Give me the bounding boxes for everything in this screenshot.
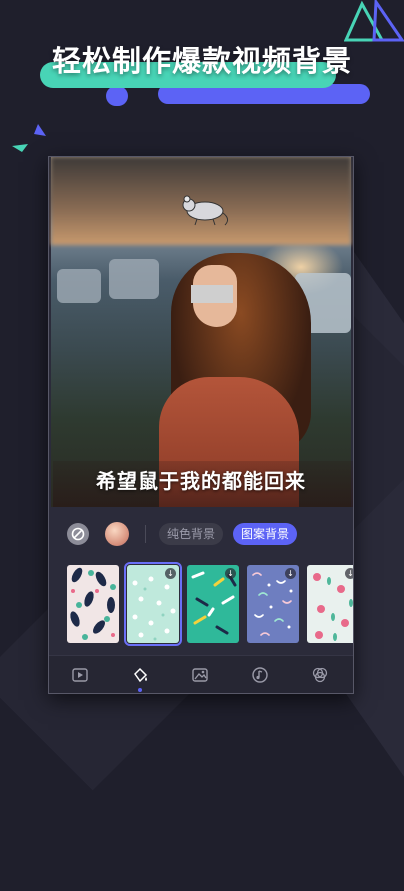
gradient-swatch[interactable] <box>105 522 129 546</box>
mosaic-blur <box>191 285 233 303</box>
small-triangle-icon <box>12 124 46 152</box>
rat-sketch-icon <box>182 195 229 226</box>
paint-bucket-icon[interactable] <box>129 664 151 686</box>
video-preview[interactable] <box>51 157 353 507</box>
divider <box>145 525 146 543</box>
pattern-item-squiggle[interactable]: ↓ <box>247 565 299 643</box>
pattern-list: ↓ ↓ ↓ ↓ <box>49 561 353 651</box>
music-icon[interactable] <box>249 664 271 686</box>
download-icon[interactable]: ↓ <box>225 568 236 579</box>
pattern-item-dots[interactable]: ↓ <box>124 562 182 646</box>
pattern-item-confetti[interactable]: ↓ <box>187 565 239 643</box>
accent-dot <box>106 86 128 106</box>
no-background-icon[interactable] <box>67 523 89 545</box>
filter-icon[interactable] <box>309 664 331 686</box>
video-add-icon[interactable] <box>69 664 91 686</box>
download-icon[interactable]: ↓ <box>165 568 176 579</box>
download-icon[interactable]: ↓ <box>285 568 296 579</box>
pattern-item-floral[interactable]: ↓ <box>307 565 353 643</box>
active-indicator <box>138 688 142 692</box>
image-icon[interactable] <box>189 664 211 686</box>
tab-pattern-background[interactable]: 图案背景 <box>233 523 297 545</box>
background-car <box>57 269 101 303</box>
app-screen: 希望鼠于我的都能回来 纯色背景 图案背景 ↓ ↓ ↓ ↓ <box>48 156 354 694</box>
promo-headline: 轻松制作爆款视频背景 <box>51 44 352 78</box>
download-icon[interactable]: ↓ <box>345 568 353 579</box>
background-car <box>109 259 159 299</box>
bottom-toolbar <box>49 655 353 693</box>
tab-solid-background[interactable]: 纯色背景 <box>159 523 223 545</box>
video-caption[interactable]: 希望鼠于我的都能回来 <box>51 465 351 494</box>
pattern-item-leaf[interactable] <box>67 565 119 643</box>
background-type-row: 纯色背景 图案背景 <box>49 519 353 549</box>
